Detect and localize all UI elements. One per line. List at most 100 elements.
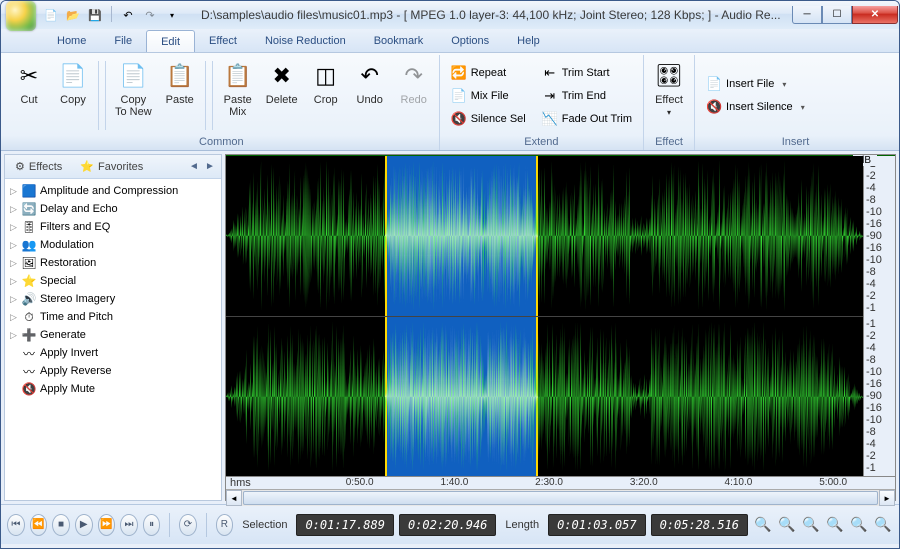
minimize-button[interactable]: ─ [792,6,822,24]
paste-button[interactable]: 📋Paste [159,57,201,134]
trim-start-button[interactable]: ⇤Trim Start [535,62,639,84]
play-button[interactable]: ▶ [75,514,93,536]
copy-to-new-button[interactable]: 📄CopyTo New [110,57,157,134]
zoom-full-icon[interactable]: 🔍 [825,515,845,535]
tree-item[interactable]: ▷➕Generate [5,326,221,344]
cut-button[interactable]: ✂Cut [8,57,50,134]
qat-undo-icon[interactable]: ↶ [119,6,137,24]
close-button[interactable]: ✕ [852,6,898,24]
trim-start-icon: ⇤ [542,65,558,81]
expand-icon[interactable]: ▷ [9,295,18,304]
expand-icon[interactable]: ▷ [9,223,18,232]
loop-button[interactable]: ⟳ [179,514,197,536]
nav-back-icon[interactable]: ◄ [187,160,201,174]
db-tick: -16 [866,242,893,254]
selection-length-time: 0:01:03.057 [548,514,645,536]
menu-effect[interactable]: Effect [195,29,251,52]
waveform-left-channel[interactable] [226,156,863,316]
goto-start-button[interactable]: ⏮ [7,514,25,536]
menu-help[interactable]: Help [503,29,554,52]
tree-label: Apply Invert [40,347,98,359]
expand-icon[interactable]: ▷ [9,313,18,322]
zoom-in-v-icon[interactable]: 🔍 [849,515,869,535]
delete-button[interactable]: ✖Delete [261,57,303,134]
waveform-editor[interactable]: dB -1-2-4-8-10-16-90-16-10-8-4-2-1 -1-2-… [225,154,896,501]
zoom-out-h-icon[interactable]: 🔍 [777,515,797,535]
stop-button[interactable]: ■ [52,514,70,536]
qat-redo-icon[interactable]: ↷ [141,6,159,24]
expand-icon[interactable]: ▷ [9,259,18,268]
tree-item[interactable]: ▷⏱Time and Pitch [5,308,221,326]
qat-open-icon[interactable]: 📂 [64,6,82,24]
expand-icon[interactable]: ▷ [9,205,18,214]
expand-icon[interactable]: ▷ [9,187,18,196]
tree-item[interactable]: ▷🔊Stereo Imagery [5,290,221,308]
goto-end-button[interactable]: ⏭ [120,514,138,536]
mix-file-button[interactable]: 📄Mix File [444,85,533,107]
tree-item[interactable]: ▷🖼Restoration [5,254,221,272]
menu-bookmark[interactable]: Bookmark [360,29,438,52]
undo-button[interactable]: ↶Undo [349,57,391,134]
tree-item[interactable]: ▷🎚Filters and EQ [5,218,221,236]
record-button[interactable]: R [216,514,234,536]
app-orb-button[interactable] [6,1,36,31]
tree-item[interactable]: ▷🟦Amplitude and Compression [5,182,221,200]
category-icon: 🔄 [21,201,37,217]
qat-dropdown-icon[interactable]: ▾ [163,6,181,24]
tree-item[interactable]: 〰Apply Invert [5,344,221,362]
expand-icon[interactable] [9,367,18,376]
expand-icon[interactable]: ▷ [9,241,18,250]
scroll-right-icon[interactable]: ► [879,490,895,506]
label: Crop [314,94,338,106]
label: Insert File [726,78,774,90]
paste-mix-button[interactable]: 📋PasteMix [217,57,259,134]
rewind-button[interactable]: ⏪ [30,514,48,536]
pause-button[interactable]: ⏸ [143,514,161,536]
expand-icon[interactable]: ▷ [9,331,18,340]
expand-icon[interactable] [9,349,18,358]
insert-file-button[interactable]: 📄Insert File▾ [699,73,812,95]
expand-icon[interactable]: ▷ [9,277,18,286]
tree-item[interactable]: ▷⭐Special [5,272,221,290]
db-tick: -16 [866,218,893,230]
silence-sel-button[interactable]: 🔇Silence Sel [444,108,533,130]
zoom-in-h-icon[interactable]: 🔍 [753,515,773,535]
maximize-button[interactable]: ☐ [822,6,852,24]
menu-options[interactable]: Options [437,29,503,52]
scroll-left-icon[interactable]: ◄ [226,490,242,506]
tree-item[interactable]: ▷👥Modulation [5,236,221,254]
time-ruler[interactable]: hms 0:50.01:40.02:30.03:20.04:10.05:00.0 [226,476,895,489]
menu-edit[interactable]: Edit [146,30,195,52]
tab-effects[interactable]: ⚙Effects [9,158,68,175]
crop-button[interactable]: ◫Crop [305,57,347,134]
trim-end-button[interactable]: ⇥Trim End [535,85,639,107]
menu-file[interactable]: File [100,29,146,52]
tree-item[interactable]: 〰Apply Reverse [5,362,221,380]
zoom-out-v-icon[interactable]: 🔍 [873,515,893,535]
db-tick: -90 [866,390,893,402]
insert-silence-button[interactable]: 🔇Insert Silence▾ [699,96,812,118]
tree-item[interactable]: 🔇Apply Mute [5,380,221,398]
tree-item[interactable]: ▷🔄Delay and Echo [5,200,221,218]
horizontal-scrollbar[interactable]: ◄ ► [226,489,895,506]
scroll-thumb[interactable] [243,491,878,505]
fade-out-trim-button[interactable]: 📉Fade Out Trim [535,108,639,130]
redo-button[interactable]: ↷Redo [393,57,435,134]
expand-icon[interactable] [9,385,18,394]
category-icon: ⏱ [21,309,37,325]
tab-favorites[interactable]: ⭐Favorites [74,158,149,175]
forward-button[interactable]: ⏩ [98,514,116,536]
qat-new-icon[interactable]: 📄 [42,6,60,24]
nav-fwd-icon[interactable]: ► [203,160,217,174]
tree-label: Time and Pitch [40,311,113,323]
tree-label: Apply Reverse [40,365,112,377]
menu-noise-reduction[interactable]: Noise Reduction [251,29,360,52]
effect-button[interactable]: 🎛 Effect▾ [648,57,690,134]
copy-button[interactable]: 📄Copy [52,57,94,134]
zoom-sel-icon[interactable]: 🔍 [801,515,821,535]
qat-save-icon[interactable]: 💾 [86,6,104,24]
menu-home[interactable]: Home [43,29,100,52]
repeat-button[interactable]: 🔁Repeat [444,62,533,84]
waveform-right-channel[interactable] [226,316,863,477]
effects-tree[interactable]: ▷🟦Amplitude and Compression▷🔄Delay and E… [5,179,221,500]
